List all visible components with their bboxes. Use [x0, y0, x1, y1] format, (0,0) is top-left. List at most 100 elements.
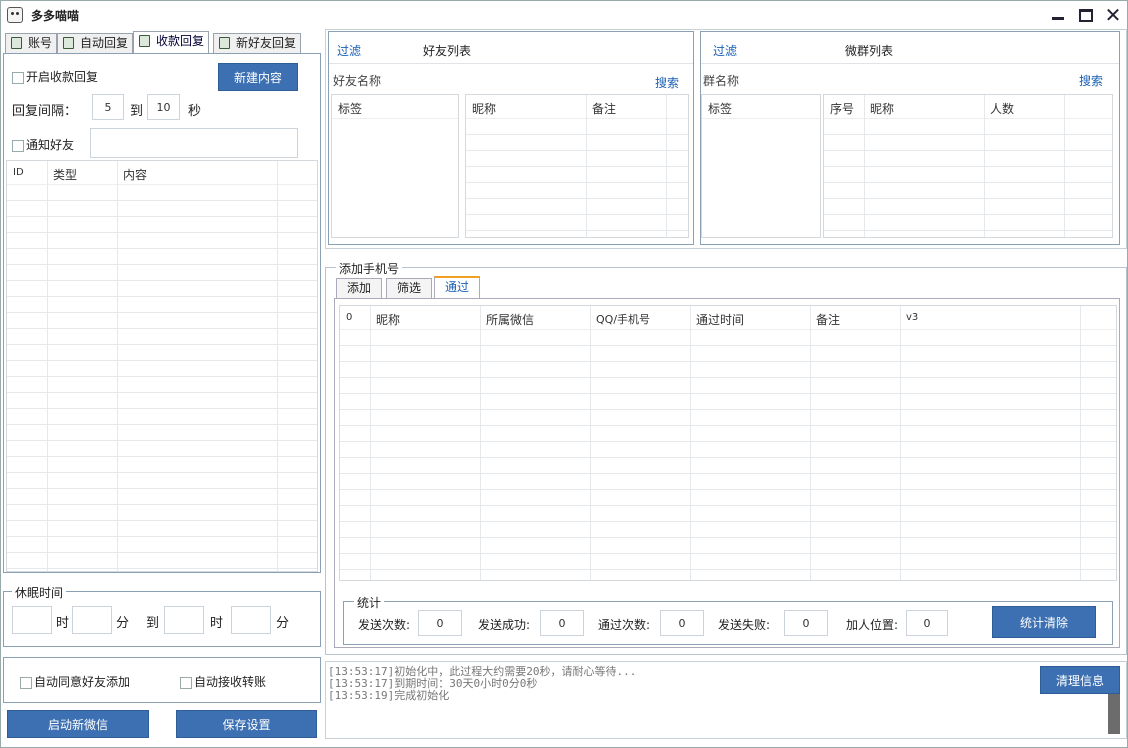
send-count-value: 0	[418, 610, 462, 636]
enable-payment-reply[interactable]: 开启收款回复	[12, 68, 98, 85]
col-id: ID	[13, 167, 24, 178]
enable-label: 开启收款回复	[26, 70, 99, 84]
tab-label: 收款回复	[156, 34, 205, 48]
minimize-icon	[1052, 16, 1064, 20]
tab-filter[interactable]: 筛选	[386, 278, 433, 298]
friend-tag-list: 标签	[331, 94, 459, 238]
table-rows	[340, 330, 1116, 580]
maximize-button[interactable]	[1073, 3, 1099, 27]
tab-account[interactable]: 账号	[5, 33, 58, 53]
minimize-button[interactable]	[1045, 3, 1071, 27]
tab-label: 账号	[28, 36, 53, 50]
table-rows	[824, 119, 1112, 237]
document-icon	[219, 37, 230, 49]
tab-label: 筛选	[397, 281, 422, 295]
document-icon	[63, 37, 74, 49]
document-icon	[139, 35, 150, 47]
sleep-time-group: 休眠时间 时 分 到 时 分	[3, 584, 321, 647]
group-filter-label[interactable]: 过滤	[713, 42, 737, 59]
log-scrollbar[interactable]	[1108, 694, 1120, 734]
col-qq-phone: QQ/手机号	[596, 313, 651, 326]
group-name-label: 群名称	[703, 74, 740, 88]
clear-log-button[interactable]: 清理信息	[1040, 666, 1120, 694]
sleep-start-minute[interactable]	[72, 606, 112, 634]
col-v3: v3	[906, 312, 919, 323]
sleep-end-minute[interactable]	[231, 606, 271, 634]
friend-list-title: 好友列表	[423, 44, 472, 58]
log-lines: [13:53:17]初始化中，此过程大约需要20秒，请耐心等待... [13:5…	[328, 666, 636, 702]
notify-checkbox[interactable]	[12, 139, 24, 152]
new-content-button[interactable]: 新建内容	[218, 63, 298, 91]
auto-accept-friend[interactable]: 自动同意好友添加	[20, 673, 130, 690]
save-settings-button[interactable]: 保存设置	[176, 710, 317, 738]
to-label: 到	[146, 616, 160, 631]
send-count-label: 发送次数:	[358, 618, 411, 632]
send-fail-label: 发送失败:	[718, 618, 771, 632]
minute-label: 分	[116, 616, 130, 631]
group-list-panel: 过滤 微群列表 群名称 搜索 标签 序号 昵称 人数	[700, 31, 1120, 245]
col-nickname: 昵称	[376, 313, 401, 327]
tab-payment-reply[interactable]: 收款回复	[133, 31, 210, 54]
sleep-end-hour[interactable]	[164, 606, 204, 634]
col-nickname: 昵称	[472, 102, 497, 116]
send-success-label: 发送成功:	[478, 618, 531, 632]
group-search-link[interactable]: 搜索	[1079, 72, 1103, 89]
pass-count-label: 通过次数:	[598, 618, 651, 632]
passed-table: 0 昵称 所属微信 QQ/手机号 通过时间 备注 v3	[339, 305, 1117, 581]
tab-auto-reply[interactable]: 自动回复	[57, 33, 134, 53]
clear-stats-button[interactable]: 统计清除	[992, 606, 1096, 638]
title-bar: 多多喵喵 ✕	[1, 1, 1127, 29]
notify-friend-input[interactable]	[90, 128, 298, 158]
tab-label: 自动回复	[80, 36, 129, 50]
col-type: 类型	[53, 168, 78, 182]
friend-name-label: 好友名称	[333, 74, 382, 88]
send-success-value: 0	[540, 610, 584, 636]
table-rows	[7, 185, 317, 571]
friend-search-link[interactable]: 搜索	[655, 74, 679, 91]
sleep-start-hour[interactable]	[12, 606, 52, 634]
add-phone-title: 添加手机号	[336, 260, 403, 277]
seconds-label: 秒	[188, 104, 202, 119]
group-table: 序号 昵称 人数	[823, 94, 1113, 238]
main-window: 多多喵喵 ✕ 账号 自动回复 收款回复 新好友回复 开启收款回复 新建内容 回复…	[0, 0, 1128, 748]
col-remark: 备注	[592, 102, 617, 116]
payment-reply-panel: 开启收款回复 新建内容 回复间隔： 5 到 10 秒 通知好友 ID 类型 内容	[3, 53, 321, 573]
auto-accept-checkbox[interactable]	[20, 676, 32, 689]
options-group: 自动同意好友添加 自动接收转账	[3, 657, 321, 703]
notify-label: 通知好友	[26, 138, 75, 152]
sleep-time-title: 休眠时间	[12, 584, 67, 601]
maximize-icon	[1079, 8, 1093, 22]
log-line: [13:53:19]完成初始化	[328, 689, 450, 702]
col-index: 序号	[830, 102, 855, 116]
auto-transfer-checkbox[interactable]	[180, 676, 192, 689]
start-new-wechat-button[interactable]: 启动新微信	[7, 710, 149, 738]
add-position-value: 0	[906, 610, 948, 636]
tab-label: 通过	[445, 280, 470, 294]
auto-accept-label: 自动同意好友添加	[34, 675, 131, 689]
interval-from-input[interactable]: 5	[92, 94, 124, 120]
friend-filter-label[interactable]: 过滤	[337, 42, 361, 59]
notify-friend[interactable]: 通知好友	[12, 136, 74, 153]
auto-transfer-label: 自动接收转账	[194, 675, 267, 689]
col-nickname: 昵称	[870, 102, 895, 116]
close-button[interactable]: ✕	[1100, 3, 1126, 27]
send-fail-value: 0	[784, 610, 828, 636]
table-header: ID 类型 内容	[7, 161, 317, 185]
hour-label: 时	[56, 616, 70, 631]
col-count: 人数	[990, 102, 1015, 116]
tab-passed[interactable]: 通过	[434, 276, 481, 299]
enable-checkbox[interactable]	[12, 71, 24, 84]
close-icon: ✕	[1104, 3, 1122, 27]
friend-list-panel: 过滤 好友列表 好友名称 搜索 标签 昵称 备注	[328, 31, 694, 245]
group-tag-list: 标签	[701, 94, 821, 238]
col-wechat: 所属微信	[486, 313, 535, 327]
friend-table: 昵称 备注	[465, 94, 689, 238]
hour-label: 时	[210, 616, 224, 631]
col-tag: 标签	[338, 102, 363, 116]
auto-receive-transfer[interactable]: 自动接收转账	[180, 673, 266, 690]
col-remark: 备注	[816, 313, 841, 327]
tab-add[interactable]: 添加	[336, 278, 383, 298]
pass-count-value: 0	[660, 610, 704, 636]
interval-to-input[interactable]: 10	[147, 94, 180, 120]
tab-new-friend-reply[interactable]: 新好友回复	[213, 33, 302, 53]
